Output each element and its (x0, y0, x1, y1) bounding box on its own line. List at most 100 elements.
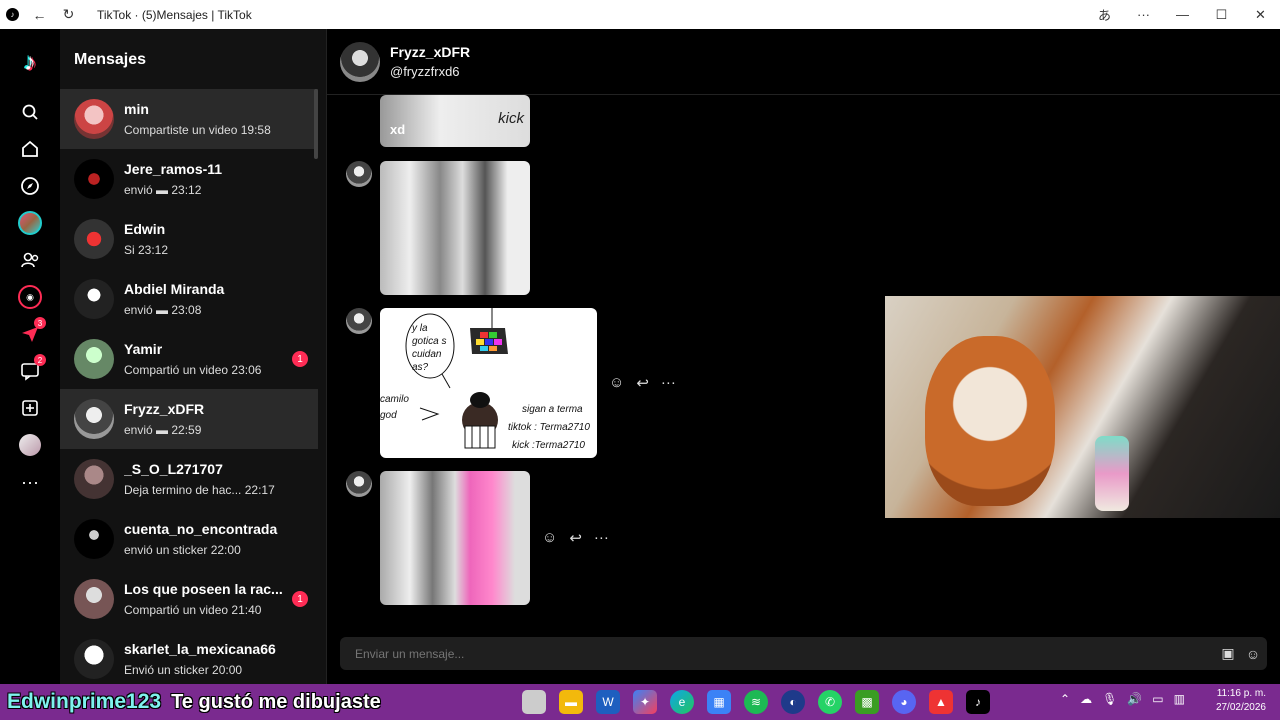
react-emoji-icon[interactable]: ☺ (542, 529, 557, 547)
more-icon[interactable]: ··· (1124, 7, 1163, 22)
conversation-avatar (74, 219, 114, 259)
minecraft-icon[interactable]: ▩ (855, 690, 879, 714)
back-icon[interactable]: ← (25, 0, 54, 29)
upload-icon[interactable] (15, 393, 45, 423)
conversation-name: Yamir (124, 341, 163, 357)
spotify-icon[interactable]: ≋ (744, 690, 768, 714)
message-image[interactable] (380, 471, 530, 605)
conversation-avatar (74, 519, 114, 559)
message-composer: ▣ ☺ (340, 637, 1267, 670)
inbox-icon[interactable]: 2 (15, 354, 46, 386)
chat-header: Fryzz_xDFR @fryzzfrxd6 (327, 29, 1280, 95)
maximize-button[interactable]: ☐ (1202, 7, 1241, 23)
unread-badge: 1 (292, 351, 308, 367)
close-button[interactable]: ✕ (1241, 7, 1280, 23)
conversation-avatar (74, 639, 114, 679)
webcam-overlay (885, 296, 1280, 518)
more-actions-icon[interactable]: ··· (594, 529, 609, 547)
edge-icon[interactable]: e (670, 690, 694, 714)
sender-avatar[interactable] (346, 161, 372, 187)
copilot-icon[interactable]: ✦ (633, 690, 657, 714)
search-icon[interactable] (15, 97, 45, 127)
microphone (1095, 436, 1129, 511)
emoji-icon[interactable]: ☺ (1242, 643, 1264, 665)
chat-handle[interactable]: @fryzzfrxd6 (390, 64, 470, 79)
message-image[interactable] (380, 161, 530, 295)
conversation-item[interactable]: Abdiel Miranda envió ▬ 23:08 (60, 269, 318, 329)
image-caption: xd (390, 122, 406, 137)
conversation-name: min (124, 101, 149, 117)
chat-display-name[interactable]: Fryzz_xDFR (390, 44, 470, 60)
discord-icon[interactable]: ◕ (892, 690, 916, 714)
activity-icon[interactable]: 3 (15, 317, 46, 349)
conversation-name: _S_O_L271707 (124, 461, 223, 477)
reply-icon[interactable]: ↩ (636, 374, 649, 392)
refresh-icon[interactable]: ↻ (54, 0, 83, 29)
minimize-button[interactable]: — (1163, 7, 1202, 22)
battery-icon[interactable]: ▥ (1174, 692, 1185, 706)
profile-avatar-icon[interactable] (15, 430, 45, 460)
following-avatar-icon[interactable] (15, 208, 45, 238)
conversation-preview: Compartió un video 21:40 (124, 603, 262, 617)
network-icon[interactable]: ▭ (1152, 692, 1163, 706)
drawing-left-text: camilo god (380, 394, 409, 421)
word-icon[interactable]: W (596, 690, 620, 714)
conversation-item[interactable]: Jere_ramos-11 envió ▬ 23:12 (60, 149, 318, 209)
conversation-preview: envió un sticker 22:00 (124, 543, 241, 557)
conversation-item[interactable]: Yamir Compartió un video 23:06 1 (60, 329, 318, 389)
conversation-preview: Compartiste un video 19:58 (124, 123, 271, 137)
sender-avatar[interactable] (346, 308, 372, 334)
conversation-avatar (74, 99, 114, 139)
mic-icon[interactable]: 🎙 (1102, 692, 1117, 706)
cloud-icon[interactable]: ☁ (1080, 692, 1092, 706)
stream-message: Te gustó me dibujaste (171, 690, 381, 713)
chat-avatar[interactable] (340, 41, 380, 82)
conversation-preview: Deja termino de hac... 22:17 (124, 483, 275, 497)
conversation-scrollbar[interactable] (314, 89, 318, 159)
plush-fox (925, 336, 1055, 506)
conversation-item[interactable]: cuenta_no_encontrada envió un sticker 22… (60, 509, 318, 569)
friends-icon[interactable] (15, 245, 45, 275)
app-icon[interactable]: ▲ (929, 690, 953, 714)
conversation-item[interactable]: min Compartiste un video 19:58 (60, 89, 318, 149)
home-icon[interactable] (15, 134, 45, 164)
conversation-item[interactable]: Fryzz_xDFR envió ▬ 22:59 (60, 389, 318, 449)
message-drawing-image[interactable]: y la gotica s cuidan as? camilo god siga… (380, 308, 597, 458)
drawing-bubble-text: y la gotica s cuidan as? (412, 323, 447, 373)
file-explorer-icon[interactable]: ▬ (559, 690, 583, 714)
message-image[interactable]: xd kick (380, 95, 530, 147)
explore-icon[interactable] (15, 171, 45, 201)
conversation-item[interactable]: Edwin Si 23:12 (60, 209, 318, 269)
volume-icon[interactable]: 🔊 (1127, 692, 1142, 706)
conversation-item[interactable]: Los que poseen la rac... Compartió un vi… (60, 569, 318, 629)
conversation-name: Edwin (124, 221, 166, 237)
app-icon[interactable]: ◐ (781, 690, 805, 714)
live-icon[interactable]: ◉ (15, 282, 45, 312)
conversation-avatar (74, 399, 114, 439)
conversation-item[interactable]: skarlet_la_mexicana66 Envió un sticker 2… (60, 629, 318, 684)
more-actions-icon[interactable]: ··· (661, 374, 676, 392)
chevron-up-icon[interactable]: ⌃ (1060, 692, 1070, 706)
message-input[interactable] (355, 646, 1217, 661)
conversation-preview: Envió un sticker 20:00 (124, 663, 243, 677)
whatsapp-icon[interactable]: ✆ (818, 690, 842, 714)
translate-icon[interactable]: あ (1085, 5, 1124, 24)
conversation-name: skarlet_la_mexicana66 (124, 641, 276, 657)
taskview-icon[interactable] (522, 690, 546, 714)
reply-icon[interactable]: ↩ (569, 529, 582, 547)
system-clock[interactable]: 11:16 p. m. 27/02/2026 (1216, 687, 1266, 715)
react-emoji-icon[interactable]: ☺ (609, 374, 624, 392)
sender-avatar[interactable] (346, 471, 372, 497)
conversation-list: Mensajes min Compartiste un video 19:58 … (60, 29, 327, 684)
tiktok-taskbar-icon[interactable]: ♪ (966, 690, 990, 714)
activity-badge: 3 (34, 317, 46, 329)
conversation-item[interactable]: _S_O_L271707 Deja termino de hac... 22:1… (60, 449, 318, 509)
more-options-icon[interactable]: ··· (15, 467, 45, 497)
image-upload-icon[interactable]: ▣ (1217, 643, 1239, 665)
conversation-name: cuenta_no_encontrada (124, 521, 278, 537)
conversation-avatar (74, 279, 114, 319)
tiktok-logo-icon[interactable]: ♪ (16, 49, 44, 77)
store-icon[interactable]: ▦ (707, 690, 731, 714)
conversation-avatar (74, 579, 114, 619)
conversation-preview: envió ▬ 23:12 (124, 183, 202, 197)
